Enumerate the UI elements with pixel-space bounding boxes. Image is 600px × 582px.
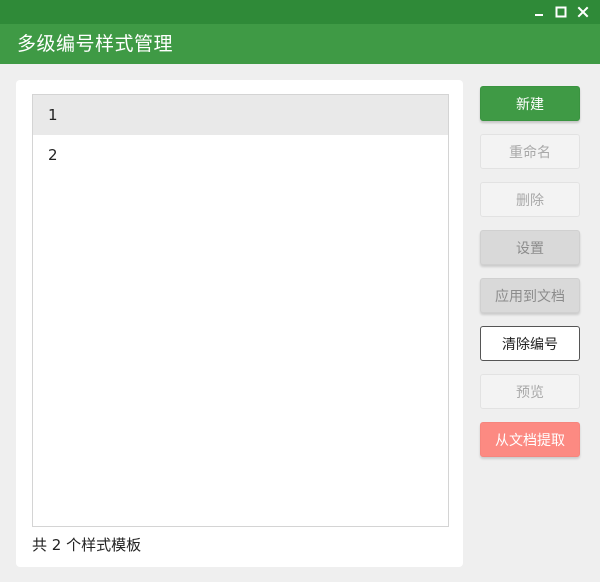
minimize-icon — [534, 7, 544, 17]
close-icon — [577, 6, 589, 18]
apply-to-document-button[interactable]: 应用到文档 — [480, 278, 580, 313]
list-item-2[interactable]: 2 — [33, 135, 448, 175]
close-button[interactable] — [572, 0, 594, 24]
list-item-1[interactable]: 1 — [33, 95, 448, 135]
extract-from-document-button[interactable]: 从文档提取 — [480, 422, 580, 457]
settings-button[interactable]: 设置 — [480, 230, 580, 265]
title-bar: 多级编号样式管理 — [0, 0, 600, 64]
maximize-button[interactable] — [550, 0, 572, 24]
clear-numbering-button[interactable]: 清除编号 — [480, 326, 580, 361]
window-title: 多级编号样式管理 — [17, 33, 174, 55]
delete-button[interactable]: 删除 — [480, 182, 580, 217]
style-template-list[interactable]: 1 2 — [32, 94, 449, 527]
window-controls — [528, 0, 594, 24]
rename-button[interactable]: 重命名 — [480, 134, 580, 169]
minimize-button[interactable] — [528, 0, 550, 24]
preview-button[interactable]: 预览 — [480, 374, 580, 409]
maximize-icon — [555, 6, 567, 18]
title-bar-strip — [0, 0, 600, 24]
new-button[interactable]: 新建 — [480, 86, 580, 121]
template-count-label: 共 2 个样式模板 — [32, 536, 142, 554]
multilevel-numbering-style-manager-window: 多级编号样式管理 1 2 共 2 个样式模板 新建 重命名 删除 设置 应用到文… — [0, 0, 600, 582]
